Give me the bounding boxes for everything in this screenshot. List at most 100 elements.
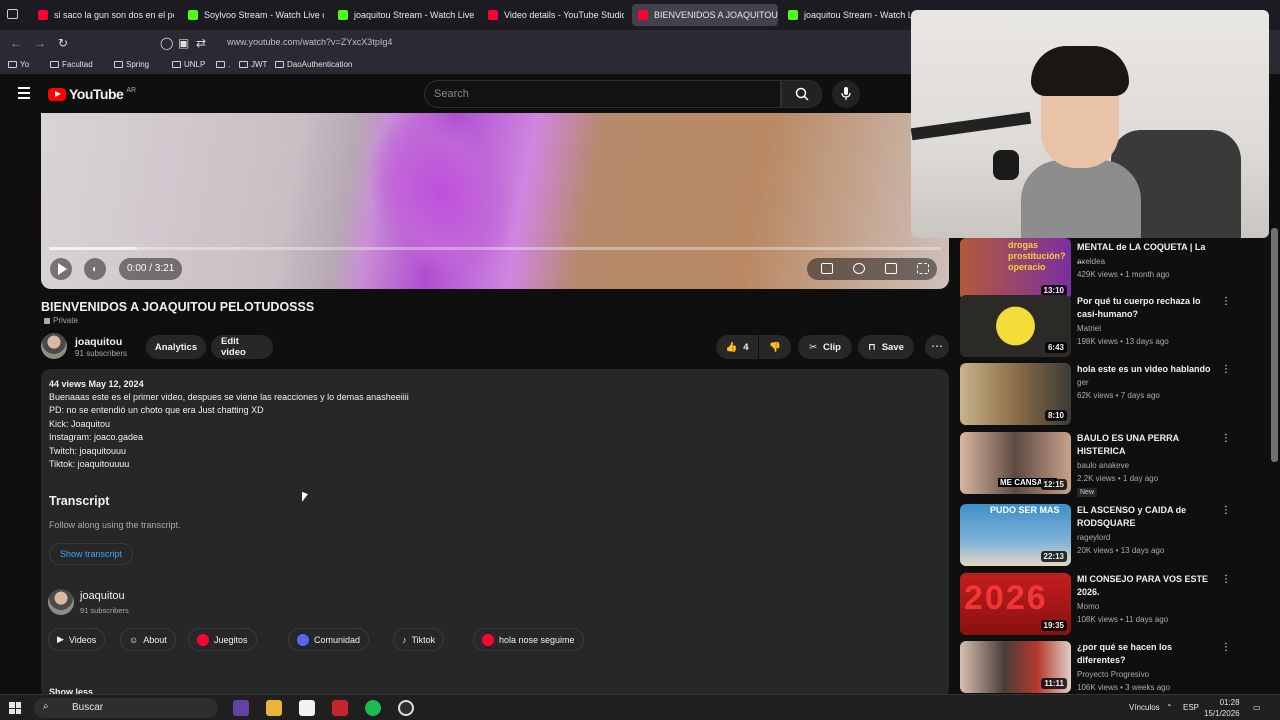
video-thumbnail[interactable]: 2026 19:35 — [960, 573, 1071, 635]
browser-tab[interactable]: joaquitou Stream - Watch Live — [782, 4, 912, 26]
shield-icon[interactable]: ◯ — [160, 36, 173, 50]
chevron-up-icon[interactable]: ⌃ — [1166, 703, 1173, 712]
links-toolbar[interactable]: Vínculos — [1129, 703, 1160, 712]
channel-avatar[interactable] — [41, 333, 67, 359]
twitch-app-icon[interactable] — [233, 700, 249, 716]
suggestion-channel[interactable]: Matriel — [1077, 324, 1101, 333]
suggestion-channel[interactable]: Momo — [1077, 602, 1099, 611]
save-button[interactable]: ⊓ Save — [858, 335, 914, 359]
suggestion-channel[interactable]: axeldea — [1077, 257, 1105, 266]
video-player[interactable]: ◐ 0:00 / 3:21 — [41, 113, 949, 289]
browser-tab-active[interactable]: BIENVENIDOS A JOAQUITOU P✕ — [632, 4, 778, 26]
spotify-app-icon[interactable] — [365, 700, 381, 716]
bookmark-item[interactable]: UNLP — [172, 60, 205, 69]
edit-video-button[interactable]: Edit video — [211, 335, 273, 359]
file-explorer-icon[interactable] — [266, 700, 282, 716]
suggested-video[interactable]: ME CANSARO 12:15 BAULO ES UNA PERRA HIST… — [960, 432, 1240, 497]
theater-mode-icon[interactable] — [885, 263, 897, 274]
suggestion-title[interactable]: hola este es un video hablando — [1077, 363, 1215, 376]
more-options-icon[interactable]: ⋮ — [1221, 642, 1231, 653]
channel-name[interactable]: joaquitou — [80, 590, 125, 602]
suggested-video[interactable]: 2026 19:35 MI CONSEJO PARA VOS ESTE 2026… — [960, 573, 1240, 637]
more-actions-button[interactable]: ⋯ — [925, 335, 949, 359]
streaming-app-icon[interactable] — [332, 700, 348, 716]
browser-tab[interactable]: Soylvoo Stream - Watch Live o✕ — [182, 4, 324, 26]
link-tiktok[interactable]: ♪ Tiktok — [393, 628, 445, 651]
like-button[interactable]: 👍 4 — [716, 335, 758, 359]
link-hola-nose-seguime[interactable]: hola nose seguime — [473, 628, 584, 651]
play-button[interactable] — [50, 258, 72, 280]
link-juegitos[interactable]: Juegitos — [188, 628, 257, 651]
settings-gear-icon[interactable] — [853, 263, 865, 274]
permissions-icon[interactable]: ⇄ — [196, 36, 206, 50]
search-input[interactable]: Search — [424, 80, 781, 108]
bookmark-item[interactable]: . — [216, 60, 230, 69]
suggestion-title[interactable]: Por qué tu cuerpo rechaza lo casi-humano… — [1077, 295, 1215, 321]
windows-start-icon[interactable] — [9, 702, 21, 714]
video-thumbnail[interactable]: ME CANSARO 12:15 — [960, 432, 1071, 494]
suggestion-title[interactable]: ¿por qué se hacen los diferentes? — [1077, 641, 1215, 667]
bookmark-item[interactable]: JWT — [239, 60, 267, 69]
suggested-video[interactable]: 8:10 hola este es un video hablando ger … — [960, 363, 1240, 427]
taskbar-search[interactable]: ⌕ Buscar — [34, 698, 218, 718]
video-thumbnail[interactable]: 8:10 — [960, 363, 1071, 425]
suggestion-channel[interactable]: rageylord — [1077, 533, 1110, 542]
input-language[interactable]: ESP — [1183, 703, 1199, 712]
webcam-overlay — [911, 10, 1269, 238]
suggestion-channel[interactable]: ger — [1077, 378, 1089, 387]
suggestion-title[interactable]: BAULO ES UNA PERRA HISTERICA — [1077, 432, 1215, 458]
channel-avatar[interactable] — [48, 589, 74, 615]
folder-icon — [239, 61, 248, 68]
analytics-button[interactable]: Analytics — [146, 335, 206, 359]
lock-icon[interactable]: ▣ — [178, 36, 189, 50]
browser-tab[interactable]: joaquitou Stream - Watch Live✕ — [332, 4, 474, 26]
notepad-app-icon[interactable] — [299, 700, 315, 716]
progress-bar[interactable] — [49, 247, 941, 250]
menu-icon[interactable] — [18, 87, 30, 102]
tab-list-icon[interactable] — [7, 9, 18, 19]
url-bar[interactable]: www.youtube.com/watch?v=ZYxcX3tpIg4 — [227, 37, 392, 47]
search-button[interactable] — [781, 80, 822, 108]
page-scrollbar[interactable] — [1271, 228, 1278, 462]
more-options-icon[interactable]: ⋮ — [1221, 505, 1231, 516]
suggestion-title[interactable]: EL ASCENSO y CAIDA de RODSQUARE — [1077, 504, 1215, 530]
bookmark-item[interactable]: Facultad — [50, 60, 93, 69]
clip-button[interactable]: ✂ Clip — [798, 335, 852, 359]
bookmark-item[interactable]: Spring — [114, 60, 149, 69]
channel-videos-button[interactable]: ▶ Videos — [48, 628, 106, 651]
suggested-video[interactable]: 6:43 Por qué tu cuerpo rechaza lo casi-h… — [960, 295, 1240, 359]
back-icon[interactable]: ← — [10, 36, 22, 50]
video-thumbnail[interactable]: PUDO SER MAS 22:13 — [960, 504, 1071, 566]
suggested-video[interactable]: PUDO SER MAS 22:13 EL ASCENSO y CAIDA de… — [960, 504, 1240, 568]
video-thumbnail[interactable]: drogas prostitución? operacio 13:10 — [960, 238, 1071, 300]
bookmark-item[interactable]: Yo — [8, 60, 29, 69]
subtitles-icon[interactable] — [821, 263, 833, 274]
more-options-icon[interactable]: ⋮ — [1221, 296, 1231, 307]
reload-icon[interactable]: ↻ — [58, 36, 68, 50]
notifications-icon[interactable]: ▭ — [1253, 703, 1261, 712]
suggestion-channel[interactable]: Proyecto Progresivo — [1077, 670, 1149, 679]
more-options-icon[interactable]: ⋮ — [1221, 574, 1231, 585]
browser-tab[interactable]: si saco la gun son dos en el pe✕ — [32, 4, 174, 26]
system-clock[interactable]: 01:28 15/1/2026 — [1204, 697, 1240, 719]
channel-name[interactable]: joaquitou — [75, 336, 122, 348]
description-box[interactable]: 44 views May 12, 2024 Buenaaas este es e… — [41, 369, 949, 699]
dislike-button[interactable]: 👎 — [759, 335, 791, 359]
volume-button[interactable]: ◐ — [84, 258, 106, 280]
suggestion-channel[interactable]: baulo anakeve — [1077, 461, 1129, 470]
bookmark-item[interactable]: DaoAuthentication — [275, 60, 352, 69]
more-options-icon[interactable]: ⋮ — [1221, 364, 1231, 375]
obs-app-icon[interactable] — [398, 700, 414, 716]
more-options-icon[interactable]: ⋮ — [1221, 433, 1231, 444]
fullscreen-icon[interactable] — [917, 263, 929, 274]
forward-icon[interactable]: → — [34, 36, 46, 50]
suggestion-title[interactable]: MI CONSEJO PARA VOS ESTE 2026. — [1077, 573, 1215, 599]
link-comunidad[interactable]: Comunidad — [288, 628, 370, 651]
channel-about-button[interactable]: ☺ About — [120, 628, 176, 651]
youtube-logo[interactable]: YouTube AR — [48, 86, 136, 102]
video-thumbnail[interactable]: 6:43 — [960, 295, 1071, 357]
video-thumbnail[interactable]: 11:11 — [960, 641, 1071, 693]
show-transcript-button[interactable]: Show transcript — [49, 543, 134, 565]
voice-search-button[interactable] — [832, 80, 860, 108]
browser-tab[interactable]: Video details - YouTube Studio✕ — [482, 4, 624, 26]
